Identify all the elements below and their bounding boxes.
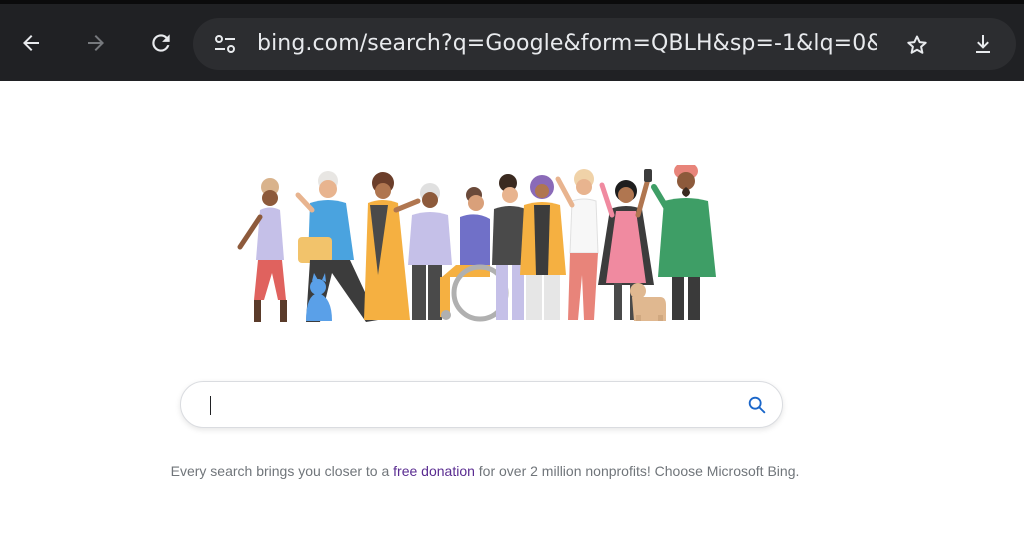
search-icon[interactable] [746, 394, 768, 416]
search-box[interactable] [180, 381, 783, 428]
reload-icon [152, 34, 170, 52]
site-settings-icon[interactable] [213, 33, 237, 55]
donation-tagline: Every search brings you closer to a free… [165, 462, 805, 480]
reload-button[interactable] [144, 26, 178, 60]
download-icon[interactable] [971, 32, 995, 56]
bookmark-star-icon[interactable] [905, 33, 929, 57]
back-button[interactable] [14, 26, 48, 60]
back-arrow-icon [23, 35, 39, 51]
page-content: Every search brings you closer to a free… [0, 81, 1024, 558]
forward-arrow-icon [88, 35, 104, 51]
people-illustration [237, 165, 716, 322]
address-bar[interactable]: bing.com/search?q=Google&form=QBLH&sp=-1… [193, 18, 1016, 70]
free-donation-link[interactable]: free donation [393, 463, 475, 479]
text-caret [210, 396, 211, 415]
forward-button[interactable] [79, 26, 113, 60]
url-text[interactable]: bing.com/search?q=Google&form=QBLH&sp=-1… [257, 18, 877, 70]
browser-toolbar: bing.com/search?q=Google&form=QBLH&sp=-1… [0, 0, 1024, 81]
tagline-text-before: Every search brings you closer to a [170, 463, 394, 479]
tagline-text-after: for over 2 million nonprofits! Choose Mi… [474, 463, 800, 479]
